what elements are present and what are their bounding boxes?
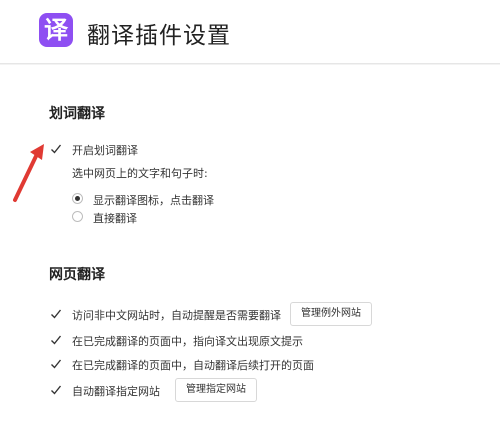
auto-translate-sites-label[interactable]: 自动翻译指定网站 (72, 383, 160, 399)
radio-direct-translate-label[interactable]: 直接翻译 (93, 210, 137, 226)
auto-translate-following-checkbox[interactable] (50, 358, 62, 370)
hover-original-checkbox[interactable] (50, 334, 62, 346)
auto-remind-label[interactable]: 访问非中文网站时，自动提醒是否需要翻译 (72, 307, 281, 323)
auto-translate-sites-checkbox[interactable] (50, 384, 62, 396)
auto-remind-checkbox[interactable] (50, 308, 62, 320)
manage-exception-sites-button[interactable]: 管理例外网站 (290, 302, 372, 326)
enable-word-translate-label[interactable]: 开启划词翻译 (72, 142, 138, 158)
red-arrow-icon (13, 144, 44, 202)
radio-show-icon[interactable] (72, 193, 83, 204)
radio-direct-translate[interactable] (72, 211, 83, 222)
radio-show-icon-label[interactable]: 显示翻译图标，点击翻译 (93, 192, 214, 208)
section-title-page-translate: 网页翻译 (49, 267, 105, 283)
header-bar: 译 翻译插件设置 (0, 0, 500, 64)
auto-translate-following-label[interactable]: 在已完成翻译的页面中，自动翻译后续打开的页面 (72, 357, 314, 373)
translate-logo-icon: 译 (39, 13, 73, 47)
selection-hint-text: 选中网页上的文字和句子时: (72, 167, 208, 180)
enable-word-translate-checkbox[interactable] (50, 143, 62, 155)
hover-original-label[interactable]: 在已完成翻译的页面中，指向译文出现原文提示 (72, 333, 303, 349)
manage-specified-sites-button[interactable]: 管理指定网站 (175, 378, 257, 402)
section-title-word-translate: 划词翻译 (49, 106, 105, 122)
page-title: 翻译插件设置 (87, 23, 231, 49)
